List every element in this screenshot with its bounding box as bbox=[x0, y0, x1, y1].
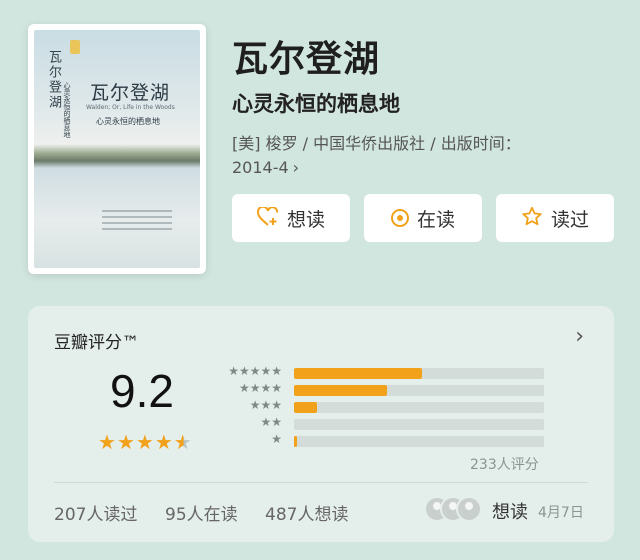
rating-stars: ★★★★★ bbox=[98, 430, 193, 454]
distribution-bar-track bbox=[294, 436, 544, 447]
book-cover-image: 瓦尔登湖 心灵永恒的栖息地 瓦尔登湖 Walden; Or, Life in t… bbox=[34, 30, 200, 268]
star-icon: ★ bbox=[98, 430, 117, 454]
cover-subtitle-cn: 心灵永恒的栖息地 bbox=[96, 117, 160, 126]
chevron-right-icon: › bbox=[292, 158, 300, 177]
distribution-bar-track bbox=[294, 402, 544, 413]
rating-distribution-row: ★ bbox=[224, 432, 544, 448]
distribution-bar-track bbox=[294, 419, 544, 430]
book-meta-line1: [美] 梭罗 / 中国华侨出版社 / 出版时间： bbox=[232, 134, 521, 153]
heart-plus-icon bbox=[256, 205, 279, 230]
distribution-stars-label: ★★★★ bbox=[238, 381, 282, 395]
distribution-stars-label: ★★★ bbox=[249, 398, 282, 412]
star-icon: ★ bbox=[135, 430, 155, 454]
reading-button[interactable]: 在读 bbox=[364, 194, 482, 242]
distribution-bar-fill bbox=[294, 402, 317, 413]
avatar bbox=[456, 496, 482, 522]
target-icon bbox=[390, 209, 409, 227]
rating-title: 豆瓣评分™ bbox=[54, 333, 139, 353]
friend-avatars[interactable] bbox=[424, 496, 484, 524]
rating-distribution-row: ★★★★★ bbox=[224, 364, 544, 380]
half-star-icon: ★ bbox=[173, 430, 193, 454]
want-count-link[interactable]: 487人想读 bbox=[265, 500, 348, 525]
reading-count-link[interactable]: 95人在读 bbox=[165, 500, 238, 525]
distribution-bar-fill bbox=[294, 368, 422, 379]
rating-distribution-row: ★★★ bbox=[224, 398, 544, 414]
book-meta[interactable]: [美] 梭罗 / 中国华侨出版社 / 出版时间： 2014-4 › bbox=[232, 132, 602, 180]
distribution-bar-fill bbox=[294, 436, 297, 447]
divider bbox=[54, 482, 588, 483]
star-outline-icon bbox=[521, 206, 543, 230]
rating-card[interactable]: 豆瓣评分™ › 9.2 ★★★★★ ★★★★★ ★★★★ ★★★ ★★ ★ 23… bbox=[28, 306, 614, 542]
rating-distribution-row: ★★★★ bbox=[224, 381, 544, 397]
cover-badge bbox=[70, 40, 80, 54]
cover-spine-title: 瓦尔登湖 bbox=[46, 50, 61, 110]
distribution-stars-label: ★★ bbox=[260, 415, 282, 429]
star-icon: ★ bbox=[116, 430, 136, 454]
distribution-bar-track bbox=[294, 385, 544, 396]
distribution-stars-label: ★ bbox=[271, 432, 282, 446]
want-to-read-button[interactable]: 想读 bbox=[232, 194, 350, 242]
cover-title: 瓦尔登湖 bbox=[90, 82, 171, 104]
cover-spine-subtitle: 心灵永恒的栖息地 bbox=[63, 82, 71, 138]
rating-score: 9.2 bbox=[110, 365, 174, 417]
friend-activity-label: 想读 bbox=[492, 502, 528, 523]
chevron-right-icon[interactable]: › bbox=[575, 324, 584, 349]
cover-text-lines bbox=[102, 210, 172, 234]
distribution-stars-label: ★★★★★ bbox=[228, 364, 282, 378]
friend-activity-date: 4月7日 bbox=[538, 505, 584, 521]
star-icon: ★ bbox=[154, 430, 174, 454]
book-cover[interactable]: 瓦尔登湖 心灵永恒的栖息地 瓦尔登湖 Walden; Or, Life in t… bbox=[28, 24, 206, 274]
reading-label: 在读 bbox=[416, 208, 455, 231]
rating-count: 233人评分 bbox=[470, 457, 539, 473]
have-read-label: 读过 bbox=[550, 208, 589, 231]
want-to-read-label: 想读 bbox=[286, 208, 325, 231]
book-title: 瓦尔登湖 bbox=[232, 39, 381, 80]
distribution-bar-track bbox=[294, 368, 544, 379]
book-subtitle: 心灵永恒的栖息地 bbox=[232, 92, 400, 116]
have-read-button[interactable]: 读过 bbox=[496, 194, 614, 242]
rating-distribution-row: ★★ bbox=[224, 415, 544, 431]
distribution-bar-fill bbox=[294, 385, 387, 396]
cover-subtitle-en: Walden; Or, Life in the Woods bbox=[86, 104, 175, 111]
read-count-link[interactable]: 207人读过 bbox=[54, 500, 137, 525]
book-meta-date: 2014-4 bbox=[232, 158, 289, 177]
